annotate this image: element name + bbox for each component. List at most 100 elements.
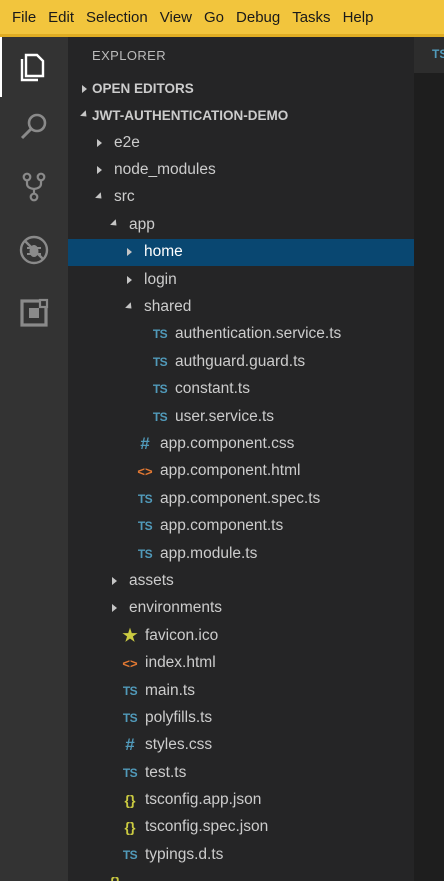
file-tree: e2e node_modulessrc app home login shared TS au… [68,129,414,881]
ts-file-icon: TS [152,382,168,397]
editor-tab[interactable]: TS [414,37,444,73]
tree-file[interactable]: TS polyfills.ts [68,704,414,731]
tree-folder-node-modules[interactable]: node_modules [68,156,414,183]
tree-item-label: authguard.guard.ts [175,352,306,370]
tree-folder-home[interactable]: home [68,238,414,266]
ts-file-icon: TS [137,491,153,506]
tree-file[interactable]: TS app.component.ts [68,512,414,539]
menu-tasks[interactable]: Tasks [286,0,336,36]
tree-item-label: login [144,270,177,288]
explorer-icon [20,53,45,82]
css-file-icon: # [140,433,150,453]
chevron-right-icon[interactable] [121,272,137,288]
activity-search-button[interactable] [0,97,68,157]
ts-file-icon: TS [432,47,444,61]
tree-file[interactable]: ★ favicon.ico [68,622,414,649]
tree-item-label: constant.ts [175,380,250,398]
tree-item-label: home [144,243,183,261]
activity-scm-button[interactable] [0,157,68,217]
tree-item-label: styles.css [145,736,213,754]
chevron-down-icon[interactable] [91,189,107,205]
tree-file[interactable]: TS app.component.spec.ts [68,485,414,512]
tree-item-label: user.service.ts [175,407,275,425]
tree-file[interactable]: {} [68,869,414,881]
tree-item-label: authentication.service.ts [175,325,342,343]
editor-area: TS [414,37,444,881]
tree-file[interactable]: # app.component.css [68,430,414,457]
tree-item-label: main.ts [145,681,195,699]
extensions-icon [20,298,49,327]
menu-edit[interactable]: Edit [42,0,80,36]
tree-file[interactable]: <> app.component.html [68,458,414,485]
chevron-down-icon[interactable] [121,299,137,315]
search-icon [20,113,47,140]
menu-file[interactable]: File [6,0,42,36]
chevron-right-icon[interactable] [106,573,122,589]
open-editors-label: OPEN EDITORS [92,81,194,96]
tree-item-label: app [129,215,155,233]
ts-file-icon: TS [122,847,138,862]
tree-item-label: test.ts [145,763,187,781]
tree-item-label: assets [129,571,174,589]
activity-extensions-button[interactable] [0,283,68,343]
tree-folder-src[interactable]: src [68,184,414,211]
tree-item-label: tsconfig.app.json [145,791,262,809]
ts-file-icon: TS [152,354,168,369]
activity-bar [0,37,68,881]
menu-help[interactable]: Help [337,0,380,36]
tree-folder-e2e[interactable]: e2e [68,129,414,156]
tree-file[interactable]: TS app.module.ts [68,540,414,567]
tree-file[interactable]: {} tsconfig.spec.json [68,814,414,841]
tree-item-label: typings.d.ts [145,845,224,863]
tree-item-label: polyfills.ts [145,708,213,726]
ts-file-icon: TS [152,327,168,342]
project-header[interactable]: JWT-AUTHENTICATION-DEMO [68,102,414,129]
tree-item-label: favicon.ico [145,626,219,644]
tree-item-label: node_modules [114,161,216,179]
favicon-star-icon: ★ [122,625,138,645]
tree-file[interactable]: TS test.ts [68,759,414,786]
explorer-sidebar: EXPLORER OPEN EDITORS JWT-AUTHENTICATION… [68,37,414,881]
tree-folder-environments[interactable]: environments [68,595,414,622]
chevron-right-icon[interactable] [91,135,107,151]
chevron-right-icon[interactable] [106,600,122,616]
ts-file-icon: TS [122,683,138,698]
menu-selection[interactable]: Selection [80,0,154,36]
menu-go[interactable]: Go [198,0,230,36]
ts-file-icon: TS [137,546,153,561]
tree-item-label: tsconfig.spec.json [145,818,269,836]
tree-item-label: app.component.html [160,462,301,480]
sidebar-title: EXPLORER [92,48,167,63]
tree-file[interactable]: TS authentication.service.ts [68,321,414,348]
tree-folder-shared[interactable]: shared [68,293,414,320]
menu-view[interactable]: View [154,0,198,36]
tree-file[interactable]: TS typings.d.ts [68,841,414,868]
chevron-right-icon[interactable] [91,162,107,178]
project-label: JWT-AUTHENTICATION-DEMO [92,108,289,123]
tree-item-label: app.component.ts [160,517,284,535]
chevron-right-icon [76,84,92,93]
tree-item-label: index.html [145,654,216,672]
chevron-right-icon[interactable] [121,244,137,260]
html-file-icon: <> [137,463,153,479]
tree-file[interactable]: # styles.css [68,732,414,759]
menu-bar: File Edit Selection View Go Debug Tasks … [0,0,444,37]
ts-file-icon: TS [122,710,138,725]
tree-item-label: src [114,188,135,206]
tree-file[interactable]: TS authguard.guard.ts [68,348,414,375]
tree-folder-login[interactable]: login [68,266,414,293]
tree-file[interactable]: TS constant.ts [68,376,414,403]
tree-item-label: e2e [114,133,140,151]
activity-debug-button[interactable] [0,220,68,280]
tree-folder-app[interactable]: app [68,211,414,238]
activity-explorer-button[interactable] [0,37,68,97]
tree-file[interactable]: <> index.html [68,649,414,676]
menu-debug[interactable]: Debug [230,0,286,36]
tree-file[interactable]: TS user.service.ts [68,403,414,430]
tree-file[interactable]: TS main.ts [68,677,414,704]
tree-folder-assets[interactable]: assets [68,567,414,594]
html-file-icon: <> [122,655,138,671]
open-editors-header[interactable]: OPEN EDITORS [68,75,414,102]
tree-file[interactable]: {} tsconfig.app.json [68,786,414,813]
chevron-down-icon[interactable] [106,217,122,233]
